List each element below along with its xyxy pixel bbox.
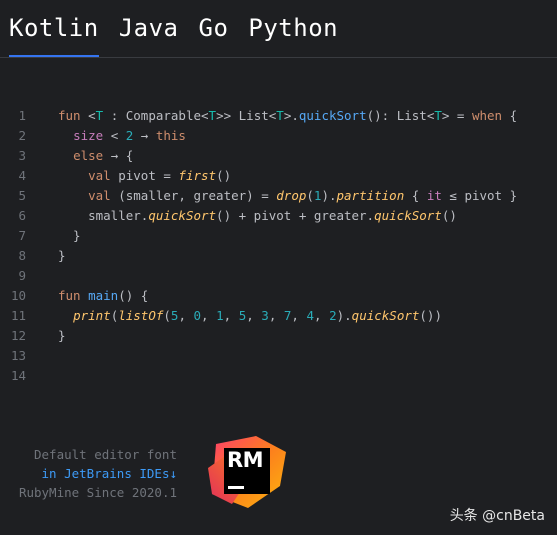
code-line: 5 val (smaller, greater) = drop(1).parti… [0,186,557,206]
code-text: fun <T : Comparable<T>> List<T>.quickSor… [58,108,518,123]
tab-divider [0,57,557,58]
line-number: 11 [10,308,26,323]
caption-line-3: RubyMine Since 2020.1 [18,485,177,500]
code-line: 6 smaller.quickSort() + pivot + greater.… [0,206,557,226]
logo-text: RM [227,448,264,472]
code-line: 7 } [0,226,557,246]
code-text: val pivot = first() [88,168,232,183]
code-line: 4 val pivot = first() [0,166,557,186]
code-text: smaller.quickSort() + pivot + greater.qu… [58,208,457,223]
code-line: 8} [0,246,557,266]
line-number: 9 [18,268,26,283]
line-number: 8 [18,248,26,263]
line-number: 14 [10,368,26,383]
line-number: 3 [18,148,26,163]
line-number: 1 [18,108,26,123]
line-number: 2 [18,128,26,143]
code-line: 12} [0,326,557,346]
code-line: 9 [0,266,557,286]
font-caption: Default editor font in JetBrains IDEs↓ R… [19,445,177,502]
line-number: 13 [10,348,26,363]
tab-kotlin[interactable]: Kotlin [9,12,99,58]
language-tabs: Kotlin Java Go Python [9,12,358,58]
caption-line-2[interactable]: in JetBrains IDEs↓ [19,464,177,483]
code-line: 1 fun <T : Comparable<T>> List<T>.quickSo… [0,106,557,126]
line-number: 10 [10,288,26,303]
code-text: else → { [73,148,134,163]
rubymine-logo-icon: RM [208,434,288,510]
code-line: 14 [0,366,557,386]
code-line: 3 else → { [0,146,557,166]
line-number: 5 [18,188,26,203]
code-text: size < 2 → this [73,128,186,143]
code-text: val (smaller, greater) = drop(1).partiti… [88,188,518,203]
code-text: } [58,328,66,343]
line-number: 6 [18,208,26,223]
code-text: } [58,228,81,243]
code-line: 2 size < 2 → this [0,126,557,146]
code-line: 13 [0,346,557,366]
code-text: } [58,248,66,263]
tab-go[interactable]: Go [199,12,229,58]
code-line: 11 print(listOf(5, 0, 1, 5, 3, 7, 4, 2).… [0,306,557,326]
code-text: print(listOf(5, 0, 1, 5, 3, 7, 4, 2).qui… [73,308,442,323]
line-number: 7 [18,228,26,243]
watermark: 头条 @cnBeta [449,508,545,524]
caption-line-1: Default editor font [34,447,177,462]
code-editor[interactable]: 1 fun <T : Comparable<T>> List<T>.quickSo… [0,106,557,386]
code-text: fun main() { [58,288,149,303]
tab-java[interactable]: Java [119,12,179,58]
line-number: 12 [10,328,26,343]
line-number: 4 [18,168,26,183]
code-line: 10 fun main() { [0,286,557,306]
tab-python[interactable]: Python [248,12,338,58]
